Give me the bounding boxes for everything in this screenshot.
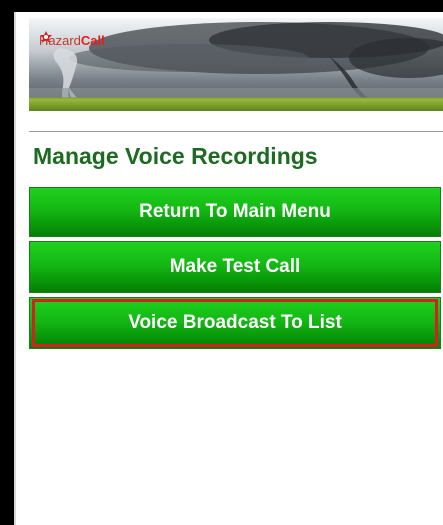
left-border — [0, 0, 14, 525]
hazard-logo-icon — [40, 31, 52, 43]
menu-button-list: Return To Main Menu Make Test Call Voice… — [29, 187, 443, 355]
logo-text-call: Call — [80, 32, 105, 48]
page-title: Manage Voice Recordings — [33, 143, 318, 169]
hazardcall-logo: Hazard Call — [39, 30, 105, 50]
make-test-call-button[interactable]: Make Test Call — [29, 241, 441, 293]
voice-broadcast-to-list-button[interactable]: Voice Broadcast To List — [29, 297, 441, 349]
return-to-main-menu-button[interactable]: Return To Main Menu — [29, 187, 441, 237]
header-banner: Hazard Call — [29, 18, 443, 111]
button-label: Make Test Call — [169, 256, 301, 277]
button-label: Return To Main Menu — [139, 201, 331, 222]
left-border-shadow — [14, 12, 16, 525]
button-label: Voice Broadcast To List — [128, 312, 342, 333]
top-border — [0, 0, 443, 12]
header-divider — [29, 131, 443, 132]
app-frame: Hazard Call Manage Voice Recordings Retur… — [0, 0, 443, 525]
